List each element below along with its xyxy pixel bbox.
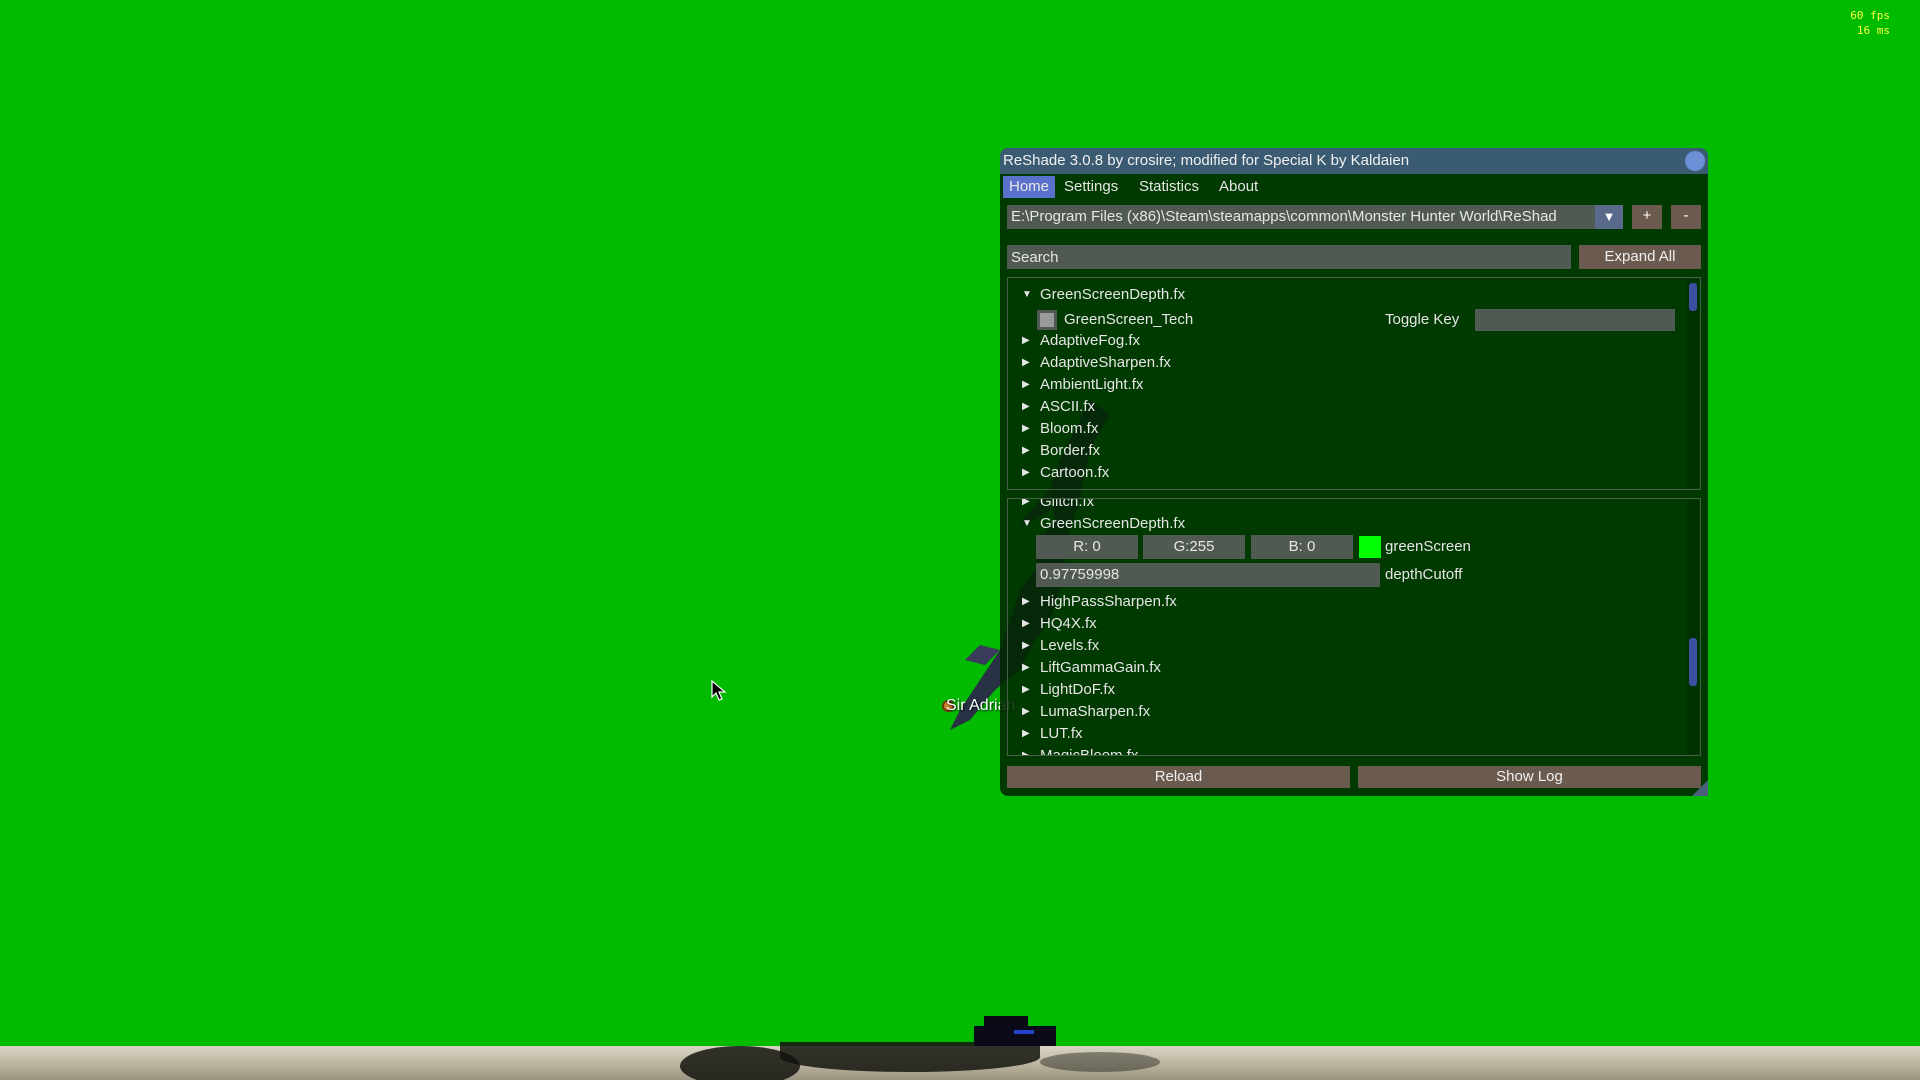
triangle-right-icon: ▶ [1022, 706, 1030, 717]
tree-item[interactable]: ▶ MagicBloom.fx [1022, 745, 1138, 756]
tree-item-expanded[interactable]: ▼ GreenScreenDepth.fx [1022, 284, 1185, 306]
triangle-down-icon: ▼ [1022, 518, 1032, 529]
triangle-right-icon: ▶ [1022, 596, 1030, 607]
triangle-right-icon: ▶ [1022, 423, 1030, 434]
tree-item[interactable]: ▶ HQ4X.fx [1022, 613, 1097, 635]
color-blue-input[interactable]: B: 0 [1251, 535, 1353, 559]
triangle-right-icon: ▶ [1022, 379, 1030, 390]
menu-home[interactable]: Home [1003, 176, 1056, 198]
tree-item[interactable]: ▶ AdaptiveFog.fx [1022, 330, 1140, 352]
depth-cutoff-input[interactable]: 0.97759998 [1036, 563, 1380, 587]
triangle-right-icon: ▶ [1022, 728, 1030, 739]
triangle-right-icon: ▶ [1022, 684, 1030, 695]
color-variable-name: greenScreen [1385, 538, 1471, 555]
window-titlebar[interactable]: ReShade 3.0.8 by crosire; modified for S… [1000, 148, 1708, 174]
triangle-right-icon: ▶ [1022, 640, 1030, 651]
resize-grip-icon[interactable] [1692, 780, 1708, 796]
triangle-right-icon: ▶ [1022, 498, 1030, 507]
tree-item[interactable]: ▶ Glitch.fx [1022, 498, 1094, 513]
menu-about[interactable]: About [1213, 176, 1264, 198]
menu-bar: Home Settings Statistics About [1000, 174, 1708, 198]
triangle-right-icon: ▶ [1022, 750, 1030, 756]
triangle-down-icon: ▼ [1022, 289, 1032, 300]
preset-path-row: E:\Program Files (x86)\Steam\steamapps\c… [1007, 205, 1701, 229]
technique-name: GreenScreen_Tech [1064, 311, 1194, 328]
remove-preset-button[interactable]: - [1671, 205, 1701, 229]
preset-path-combo[interactable]: E:\Program Files (x86)\Steam\steamapps\c… [1007, 205, 1623, 229]
depth-variable-name: depthCutoff [1385, 566, 1463, 583]
scrollbar-thumb[interactable] [1689, 283, 1697, 311]
menu-statistics[interactable]: Statistics [1133, 176, 1205, 198]
color-red-input[interactable]: R: 0 [1036, 535, 1138, 559]
search-input[interactable] [1007, 245, 1571, 269]
color-swatch[interactable] [1359, 536, 1381, 558]
triangle-right-icon: ▶ [1022, 357, 1030, 368]
reshade-window: ReShade 3.0.8 by crosire; modified for S… [1000, 148, 1708, 796]
fps-value: 60 fps [1850, 9, 1890, 22]
triangle-right-icon: ▶ [1022, 467, 1030, 478]
window-title: ReShade 3.0.8 by crosire; modified for S… [1003, 152, 1410, 169]
tree-item[interactable]: ▶ Border.fx [1022, 440, 1100, 462]
technique-checkbox[interactable] [1037, 310, 1057, 330]
game-scene: Sir Adrian 60 fps 16 ms ReShade 3.0.8 by… [0, 0, 1920, 1080]
color-green-input[interactable]: G:255 [1143, 535, 1245, 559]
tree-item[interactable]: ▶ LightDoF.fx [1022, 679, 1115, 701]
toggle-key-input[interactable] [1475, 309, 1675, 331]
tree-item[interactable]: ▶ LiftGammaGain.fx [1022, 657, 1161, 679]
chevron-down-icon[interactable]: ▼ [1595, 205, 1623, 229]
mouse-cursor-icon [711, 680, 727, 701]
tree-item[interactable]: ▶ AdaptiveSharpen.fx [1022, 352, 1171, 374]
vehicle-silhouette [974, 1016, 1056, 1048]
tree-item-expanded[interactable]: ▼ GreenScreenDepth.fx [1022, 513, 1185, 535]
menu-settings[interactable]: Settings [1058, 176, 1124, 198]
fps-counter: 60 fps 16 ms [1850, 8, 1890, 38]
tree-item[interactable]: ▶ Levels.fx [1022, 635, 1099, 657]
show-log-button[interactable]: Show Log [1358, 766, 1701, 788]
tree-item[interactable]: ▶ ASCII.fx [1022, 396, 1095, 418]
tree-item[interactable]: ▶ Bloom.fx [1022, 418, 1098, 440]
techniques-panel[interactable]: ▼ GreenScreenDepth.fx GreenScreen_Tech To… [1007, 277, 1701, 490]
triangle-right-icon: ▶ [1022, 662, 1030, 673]
frame-time-value: 16 ms [1856, 24, 1890, 37]
search-row: Expand All [1007, 245, 1701, 269]
toggle-key-label: Toggle Key [1385, 311, 1460, 328]
variables-scrollbar[interactable] [1687, 500, 1699, 754]
ground-terrain [0, 1042, 1920, 1080]
expand-all-button[interactable]: Expand All [1579, 245, 1701, 269]
tree-item[interactable]: ▶ Cartoon.fx [1022, 462, 1109, 484]
scrollbar-thumb[interactable] [1689, 638, 1697, 686]
tree-item[interactable]: ▶ LumaSharpen.fx [1022, 701, 1150, 723]
tree-item[interactable]: ▶ HighPassSharpen.fx [1022, 591, 1177, 613]
variables-panel[interactable]: ▶ Glitch.fx ▼ GreenScreenDepth.fx R: 0 G:2… [1007, 498, 1701, 756]
techniques-scrollbar[interactable] [1687, 279, 1699, 488]
triangle-right-icon: ▶ [1022, 335, 1030, 346]
close-icon[interactable] [1685, 151, 1705, 171]
triangle-right-icon: ▶ [1022, 618, 1030, 629]
add-preset-button[interactable]: + [1632, 205, 1662, 229]
tree-item[interactable]: ▶ LUT.fx [1022, 723, 1083, 745]
triangle-right-icon: ▶ [1022, 445, 1030, 456]
reload-button[interactable]: Reload [1007, 766, 1350, 788]
triangle-right-icon: ▶ [1022, 401, 1030, 412]
tree-item[interactable]: ▶ AmbientLight.fx [1022, 374, 1143, 396]
